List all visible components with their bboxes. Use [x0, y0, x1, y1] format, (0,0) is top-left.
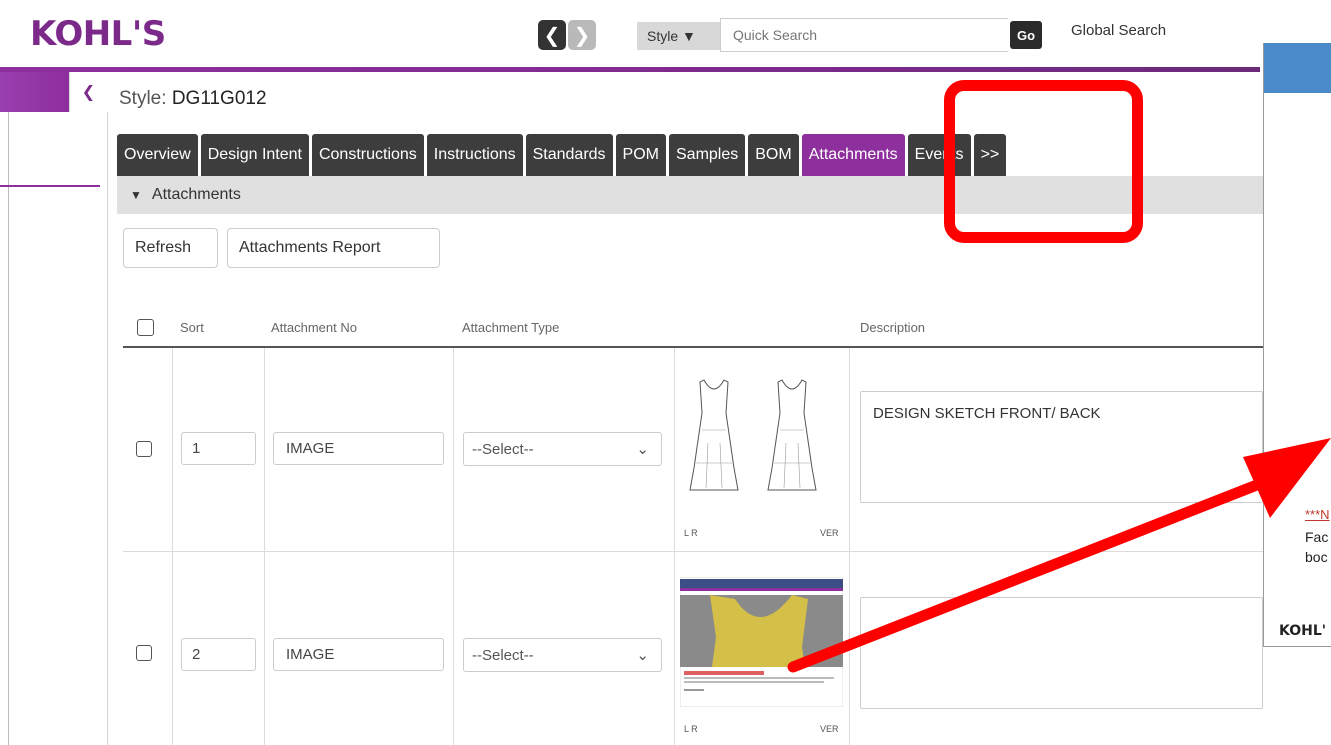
- attachment-type-select[interactable]: --Select-- ⌄: [463, 432, 662, 466]
- sort-input[interactable]: 2: [181, 638, 256, 671]
- search-type-dropdown[interactable]: Style ▼: [637, 22, 720, 50]
- side-popup-panel: ***N Fac boc KOHL': [1263, 43, 1331, 647]
- detail-tabs: Overview Design Intent Constructions Ins…: [117, 134, 1007, 176]
- kohls-logo[interactable]: KOHL'S: [30, 14, 166, 54]
- tab-constructions[interactable]: Constructions: [311, 134, 424, 176]
- thumb-right-label: VER: [820, 724, 839, 734]
- forward-arrow-icon[interactable]: ❯: [568, 20, 596, 50]
- tab-samples[interactable]: Samples: [669, 134, 746, 176]
- tab-overview[interactable]: Overview: [117, 134, 198, 176]
- popup-note-warning: ***N: [1305, 507, 1330, 522]
- thumb-left-label: L R: [684, 724, 698, 734]
- page-title: Style: DG11G012: [119, 88, 267, 110]
- popup-note-line: Fac: [1305, 529, 1329, 545]
- sidebar-left-border: [8, 112, 9, 745]
- tab-attachments[interactable]: Attachments: [801, 134, 905, 176]
- column-divider: [172, 348, 173, 745]
- popup-kohls-logo: KOHL': [1279, 623, 1327, 639]
- thumb-right-label: VER: [820, 528, 839, 538]
- column-divider: [674, 348, 675, 745]
- chevron-down-icon: ⌄: [636, 647, 649, 664]
- attachment-type-select[interactable]: --Select-- ⌄: [463, 638, 662, 672]
- photo-document-thumbnail[interactable]: [680, 577, 843, 707]
- attachment-type-value: --Select--: [472, 646, 534, 664]
- column-divider: [453, 348, 454, 745]
- row-divider: [123, 551, 1263, 552]
- column-divider: [264, 348, 265, 745]
- row-checkbox[interactable]: [136, 645, 152, 661]
- attachment-no-input[interactable]: IMAGE: [273, 432, 444, 465]
- caret-down-icon: ▼: [130, 188, 142, 202]
- column-header-sort[interactable]: Sort: [180, 320, 204, 335]
- style-code: DG11G012: [171, 88, 267, 109]
- column-header-description[interactable]: Description: [860, 320, 925, 335]
- section-title: Attachments: [151, 186, 241, 203]
- table-header-divider: [123, 346, 1263, 348]
- quick-search-input[interactable]: [720, 18, 1008, 52]
- attachment-no-input[interactable]: IMAGE: [273, 638, 444, 671]
- tab-instructions[interactable]: Instructions: [426, 134, 523, 176]
- refresh-button[interactable]: Refresh: [123, 228, 218, 268]
- sort-input[interactable]: 1: [181, 432, 256, 465]
- sidebar-divider: [0, 185, 100, 187]
- popup-header: [1264, 43, 1331, 93]
- description-textarea[interactable]: [860, 597, 1263, 709]
- tab-pom[interactable]: POM: [615, 134, 666, 176]
- column-divider: [849, 348, 850, 745]
- dress-sketch-thumbnail[interactable]: [684, 368, 844, 500]
- row-checkbox[interactable]: [136, 441, 152, 457]
- popup-note-line: boc: [1305, 549, 1328, 565]
- tab-design-intent[interactable]: Design Intent: [200, 134, 309, 176]
- select-all-checkbox[interactable]: [137, 319, 154, 336]
- attachments-report-button[interactable]: Attachments Report: [227, 228, 440, 268]
- attachment-type-value: --Select--: [472, 440, 534, 458]
- back-arrow-icon[interactable]: ❮: [538, 20, 566, 50]
- sidebar-right-border: [107, 112, 108, 745]
- global-search-link[interactable]: Global Search: [1071, 22, 1166, 39]
- thumb-left-label: L R: [684, 528, 698, 538]
- go-button[interactable]: Go: [1010, 21, 1042, 49]
- column-header-attachment-type[interactable]: Attachment Type: [462, 320, 559, 335]
- description-textarea[interactable]: DESIGN SKETCH FRONT/ BACK: [860, 391, 1263, 503]
- highlight-annotation-box: [944, 80, 1143, 243]
- app-header: KOHL'S ❮ ❯ Style ▼ Go Global Search: [0, 0, 1331, 70]
- tab-bom[interactable]: BOM: [748, 134, 799, 176]
- header-divider: [0, 67, 1260, 72]
- chevron-down-icon: ⌄: [636, 441, 649, 458]
- column-header-attachment-no[interactable]: Attachment No: [271, 320, 357, 335]
- style-label: Style:: [119, 88, 167, 109]
- sidebar-collapse-icon[interactable]: ❮: [69, 72, 107, 112]
- tab-standards[interactable]: Standards: [525, 134, 613, 176]
